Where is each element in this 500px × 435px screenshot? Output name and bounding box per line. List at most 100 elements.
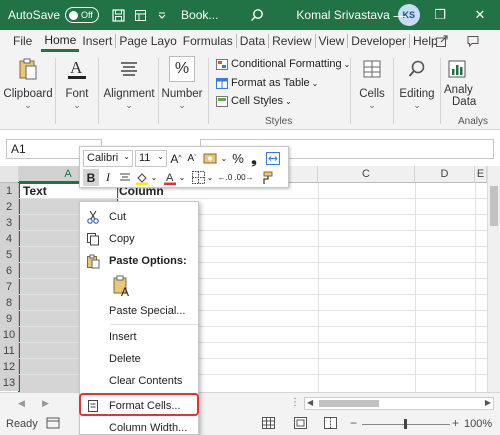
scissors-icon <box>80 210 106 224</box>
close-button[interactable]: ✕ <box>460 0 500 30</box>
number-group[interactable]: % Number ⌄ <box>162 56 202 111</box>
row-header-3[interactable]: 3 <box>0 215 19 231</box>
scroll-right-icon[interactable]: ▶ <box>485 398 491 407</box>
more-options-icon[interactable]: ⋮ <box>290 397 300 408</box>
cell-styles-button[interactable]: Cell Styles ⌄ <box>216 95 292 107</box>
h-scroll-thumb[interactable] <box>319 400 379 407</box>
zoom-slider-thumb[interactable] <box>404 419 407 429</box>
zoom-out-icon[interactable]: − <box>350 416 357 430</box>
conditional-formatting-button[interactable]: Conditional Formatting ⌄ <box>216 58 350 70</box>
align-center-icon[interactable] <box>117 169 133 186</box>
row-header-5[interactable]: 5 <box>0 247 19 263</box>
percent-style-icon[interactable]: % <box>230 150 246 167</box>
tab-file[interactable]: File <box>10 30 35 52</box>
spreadsheet-grid[interactable]: A B C D E 1 2 3 4 5 6 7 8 9 10 11 12 13 … <box>0 166 500 392</box>
cell-a1[interactable]: Text <box>23 184 47 198</box>
tab-home[interactable]: Home <box>41 30 80 52</box>
page-layout-view-icon[interactable] <box>294 417 307 432</box>
increase-decimal-icon[interactable]: ←.0 <box>217 169 233 186</box>
next-sheet-icon[interactable]: ▶ <box>42 398 49 409</box>
row-header-6[interactable]: 6 <box>0 263 19 279</box>
fill-color-dropdown-icon[interactable]: ⌄ <box>150 169 158 186</box>
merge-center-icon[interactable] <box>264 150 282 167</box>
vertical-scrollbar[interactable] <box>487 166 500 392</box>
font-size-select[interactable]: 11 ⌄ <box>135 150 167 167</box>
borders-dropdown-icon[interactable]: ⌄ <box>206 169 214 186</box>
column-header-e[interactable]: E <box>475 166 487 183</box>
minimize-button[interactable]: — <box>380 0 420 30</box>
borders-icon[interactable] <box>190 169 206 186</box>
row-header-10[interactable]: 10 <box>0 327 19 343</box>
tab-page-layout[interactable]: Page Layo <box>116 30 179 52</box>
format-as-table-button[interactable]: Format as Table ⌄ <box>216 77 318 89</box>
menu-item-cut[interactable]: Cut <box>80 206 198 228</box>
tab-developer[interactable]: Developer <box>348 30 409 52</box>
restore-button[interactable]: ❐ <box>420 0 460 30</box>
increase-font-icon[interactable]: A ^ <box>169 150 183 167</box>
save-icon[interactable] <box>107 4 129 26</box>
column-header-d[interactable]: D <box>415 166 475 183</box>
status-bar: Ready − + 100% <box>0 414 500 435</box>
chevron-down-icon[interactable] <box>151 4 173 26</box>
clipboard-label: Clipboard <box>3 88 53 100</box>
row-header-13[interactable]: 13 <box>0 375 19 391</box>
comma-style-icon[interactable]: ❟ <box>248 150 260 167</box>
row-header-8[interactable]: 8 <box>0 295 19 311</box>
format-painter-icon[interactable] <box>258 169 274 186</box>
italic-button[interactable]: I <box>101 169 115 186</box>
analyze-data-button[interactable]: Analy Data <box>444 56 484 108</box>
menu-item-delete[interactable]: Delete <box>80 348 198 370</box>
clipboard-group[interactable]: Clipboard ⌄ <box>3 56 53 111</box>
paste-keep-text-icon[interactable]: A <box>110 274 134 298</box>
sheet-icon[interactable] <box>129 4 151 26</box>
fill-color-icon[interactable] <box>134 169 150 186</box>
horizontal-scrollbar[interactable]: ◀ ▶ <box>304 397 494 410</box>
row-header-9[interactable]: 9 <box>0 311 19 327</box>
normal-view-icon[interactable] <box>262 417 275 432</box>
comments-icon[interactable] <box>462 30 484 52</box>
zoom-in-icon[interactable]: + <box>452 416 459 430</box>
autosave-toggle[interactable]: Off <box>65 7 100 23</box>
bold-button[interactable]: B <box>83 169 99 186</box>
tab-review[interactable]: Review <box>269 30 314 52</box>
column-header-c[interactable]: C <box>318 166 415 183</box>
alignment-group[interactable]: Alignment ⌄ <box>103 56 155 111</box>
accessibility-icon[interactable] <box>46 417 60 432</box>
menu-item-clear-contents[interactable]: Clear Contents <box>80 370 198 392</box>
menu-item-insert[interactable]: Insert <box>80 326 198 348</box>
tab-data[interactable]: Data <box>237 30 268 52</box>
tab-formulas[interactable]: Formulas <box>180 30 236 52</box>
user-name: Komal Srivastava <box>296 8 390 22</box>
editing-group[interactable]: Editing ⌄ <box>398 56 436 111</box>
decrease-decimal-icon[interactable]: .00→ <box>234 169 253 186</box>
search-icon[interactable] <box>246 4 268 26</box>
scroll-thumb[interactable] <box>490 186 498 226</box>
select-all-corner[interactable] <box>0 166 19 183</box>
page-break-view-icon[interactable] <box>324 417 337 432</box>
menu-item-column-width[interactable]: Column Width... <box>80 417 198 435</box>
accounting-format-icon[interactable] <box>202 150 220 167</box>
accounting-dropdown-icon[interactable]: ⌄ <box>220 150 228 167</box>
decrease-font-icon[interactable]: Aˇ <box>185 150 199 167</box>
font-color-dropdown-icon[interactable]: ⌄ <box>178 169 186 186</box>
svg-text:A: A <box>166 172 174 184</box>
tab-view[interactable]: View <box>316 30 348 52</box>
row-header-12[interactable]: 12 <box>0 359 19 375</box>
row-header-11[interactable]: 11 <box>0 343 19 359</box>
row-header-1[interactable]: 1 <box>0 183 19 199</box>
cells-group[interactable]: Cells ⌄ <box>356 56 388 111</box>
font-group[interactable]: A Font ⌄ <box>60 56 94 111</box>
font-name-select[interactable]: Calibri ⌄ <box>83 150 133 167</box>
tab-insert[interactable]: Insert <box>79 30 115 52</box>
prev-sheet-icon[interactable]: ◀ <box>18 398 25 409</box>
zoom-level[interactable]: 100% <box>464 418 492 430</box>
font-color-icon[interactable]: A <box>162 169 178 186</box>
menu-item-paste-special[interactable]: Paste Special... <box>80 300 198 322</box>
scroll-left-icon[interactable]: ◀ <box>307 398 313 407</box>
row-header-7[interactable]: 7 <box>0 279 19 295</box>
zoom-slider[interactable] <box>362 419 450 429</box>
row-header-4[interactable]: 4 <box>0 231 19 247</box>
row-header-2[interactable]: 2 <box>0 199 19 215</box>
menu-item-copy[interactable]: Copy <box>80 228 198 250</box>
share-icon[interactable] <box>431 30 453 52</box>
